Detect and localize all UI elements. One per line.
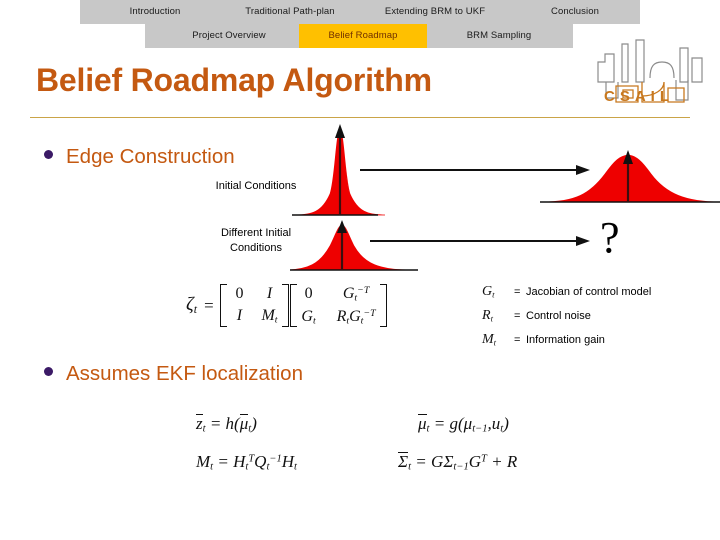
matrix-first: 0I I Mt — [220, 284, 289, 327]
nav-item-brm-sampling[interactable]: BRM Sampling — [433, 24, 565, 48]
legend-description: Information gain — [526, 334, 605, 346]
nav-item-traditional-path-plan[interactable]: Traditional Path-plan — [220, 0, 360, 24]
legend-equals: = — [514, 286, 521, 298]
legend-symbol: Rt — [482, 308, 493, 324]
legend-symbol: Gt — [482, 284, 495, 300]
bullet-label: Assumes EKF localization — [66, 362, 303, 385]
legend-row-control-noise: Rt = Control noise — [482, 308, 651, 332]
equation-mean-prediction: μt = g(μt−1,ut) — [418, 414, 509, 435]
equation-zeta-matrix: ζt = 0I I Mt 0 Gt−T Gt RtGt−T — [186, 284, 388, 328]
nav-item-project-overview[interactable]: Project Overview — [159, 24, 299, 48]
page-title: Belief Roadmap Algorithm — [36, 62, 432, 98]
nav-item-extending-brm-to-ukf[interactable]: Extending BRM to UKF — [360, 0, 510, 24]
nav-item-introduction[interactable]: Introduction — [100, 0, 210, 24]
arrow-top — [360, 165, 590, 175]
equation-information-gain: Mt = HtTQt−1Ht — [196, 452, 297, 473]
bullet-assumes-ekf-localization: Assumes EKF localization — [44, 362, 303, 386]
legend-equals: = — [514, 310, 521, 322]
legend-description: Control noise — [526, 310, 591, 322]
title-divider — [30, 117, 690, 118]
medium-gaussian-bottom-left — [290, 220, 418, 271]
legend-equals: = — [514, 334, 521, 346]
bullet-label: Edge Construction — [66, 145, 235, 168]
equation-measurement-prediction: zt = h(μt) — [196, 414, 257, 435]
zeta-lhs: ζt — [186, 294, 197, 317]
legend-symbol: Mt — [482, 332, 497, 348]
equation-covariance-prediction: Σt = GΣt−1GT + R — [398, 452, 518, 473]
arrow-bottom — [370, 236, 590, 246]
nav-bar-secondary: Project Overview Belief Roadmap BRM Samp… — [145, 24, 573, 48]
gaussian-propagation-diagram — [290, 124, 720, 271]
question-mark-annotation: ? — [600, 213, 620, 262]
nav-bar-primary: Introduction Traditional Path-plan Exten… — [80, 0, 640, 24]
wide-gaussian-top-right — [540, 150, 720, 203]
legend-row-jacobian: Gt = Jacobian of control model — [482, 284, 651, 308]
matrix-second: 0 Gt−T Gt RtGt−T — [289, 284, 387, 328]
legend-row-information-gain: Mt = Information gain — [482, 332, 651, 356]
equals-sign: = — [202, 295, 215, 315]
bullet-dot-icon — [44, 367, 53, 376]
bullet-dot-icon — [44, 150, 53, 159]
legend-description: Jacobian of control model — [526, 286, 652, 298]
bullet-edge-construction: Edge Construction — [44, 145, 235, 169]
symbol-legend: Gt = Jacobian of control model Rt = Cont… — [482, 284, 651, 356]
nav-item-conclusion[interactable]: Conclusion — [520, 0, 630, 24]
nav-item-belief-roadmap[interactable]: Belief Roadmap — [299, 24, 427, 48]
csail-wordmark: CSAIL — [604, 88, 674, 105]
